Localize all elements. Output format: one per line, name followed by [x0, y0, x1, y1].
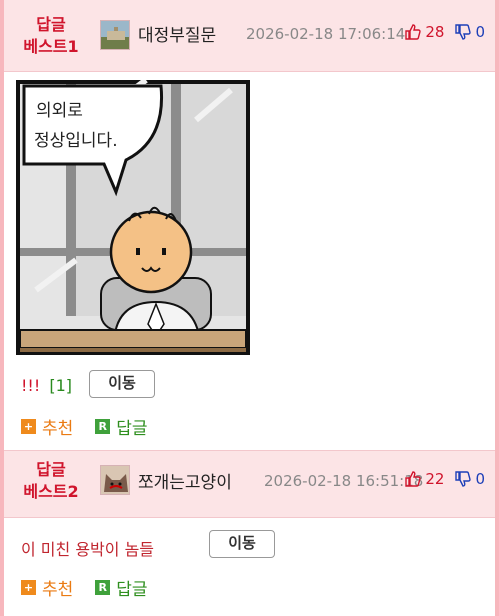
- timestamp: 2026-02-18 16:51:18: [264, 472, 424, 490]
- reply-header: 답글 베스트2 쪼개는고양이 2026-02-18 16:51:18 22 0: [4, 450, 495, 518]
- reply-header: 답글 베스트1 대정부질문 2026-02-18 17:06:14 28 0: [4, 0, 495, 72]
- best-reply-badge: 답글 베스트1: [23, 15, 79, 56]
- comic-image: 의외로 정상입니다.: [16, 77, 250, 355]
- thumbs-down-icon[interactable]: [454, 470, 472, 488]
- upvote-count: 28: [425, 23, 445, 41]
- move-button[interactable]: 이동: [209, 530, 275, 558]
- r-square-icon: R: [95, 419, 111, 434]
- plus-square-icon: +: [21, 419, 36, 434]
- reply-button[interactable]: R 답글: [95, 414, 148, 439]
- nickname[interactable]: 대정부질문: [138, 21, 216, 46]
- move-button[interactable]: 이동: [89, 370, 155, 398]
- best-reply-2: 답글 베스트2 쪼개는고양이 2026-02-18 16:51:18 22 0 …: [4, 450, 495, 616]
- vote-box: 28 0: [404, 23, 485, 41]
- reply-body: !!! [1]: [21, 376, 73, 395]
- best-replies-panel: 답글 베스트1 대정부질문 2026-02-18 17:06:14 28 0 의…: [4, 0, 495, 616]
- comic-text-line2: 정상입니다.: [34, 131, 118, 151]
- plus-square-icon: +: [21, 580, 36, 595]
- avatar[interactable]: [100, 465, 130, 495]
- timestamp: 2026-02-18 17:06:14: [246, 25, 406, 43]
- reply-actions: + 추천 R 답글: [21, 575, 170, 600]
- vote-box: 22 0: [404, 470, 485, 488]
- thumbs-down-icon[interactable]: [454, 23, 472, 41]
- reference-link[interactable]: [1]: [49, 376, 72, 395]
- best-reply-1: 답글 베스트1 대정부질문 2026-02-18 17:06:14 28 0 의…: [4, 0, 495, 450]
- r-square-icon: R: [95, 580, 111, 595]
- downvote-count: 0: [475, 23, 485, 41]
- nickname[interactable]: 쪼개는고양이: [138, 468, 232, 493]
- comic-text-line1: 의외로: [36, 101, 83, 121]
- reply-body: 이 미친 용박이 놈들: [21, 540, 155, 559]
- reply-button[interactable]: R 답글: [95, 575, 148, 600]
- downvote-count: 0: [475, 470, 485, 488]
- thumbs-up-icon[interactable]: [404, 23, 422, 41]
- upvote-count: 22: [425, 470, 445, 488]
- best-reply-badge: 답글 베스트2: [23, 460, 79, 501]
- recommend-button[interactable]: + 추천: [21, 414, 73, 439]
- thumbs-up-icon[interactable]: [404, 470, 422, 488]
- reply-actions: + 추천 R 답글: [21, 414, 170, 439]
- avatar[interactable]: [100, 20, 130, 50]
- recommend-button[interactable]: + 추천: [21, 575, 73, 600]
